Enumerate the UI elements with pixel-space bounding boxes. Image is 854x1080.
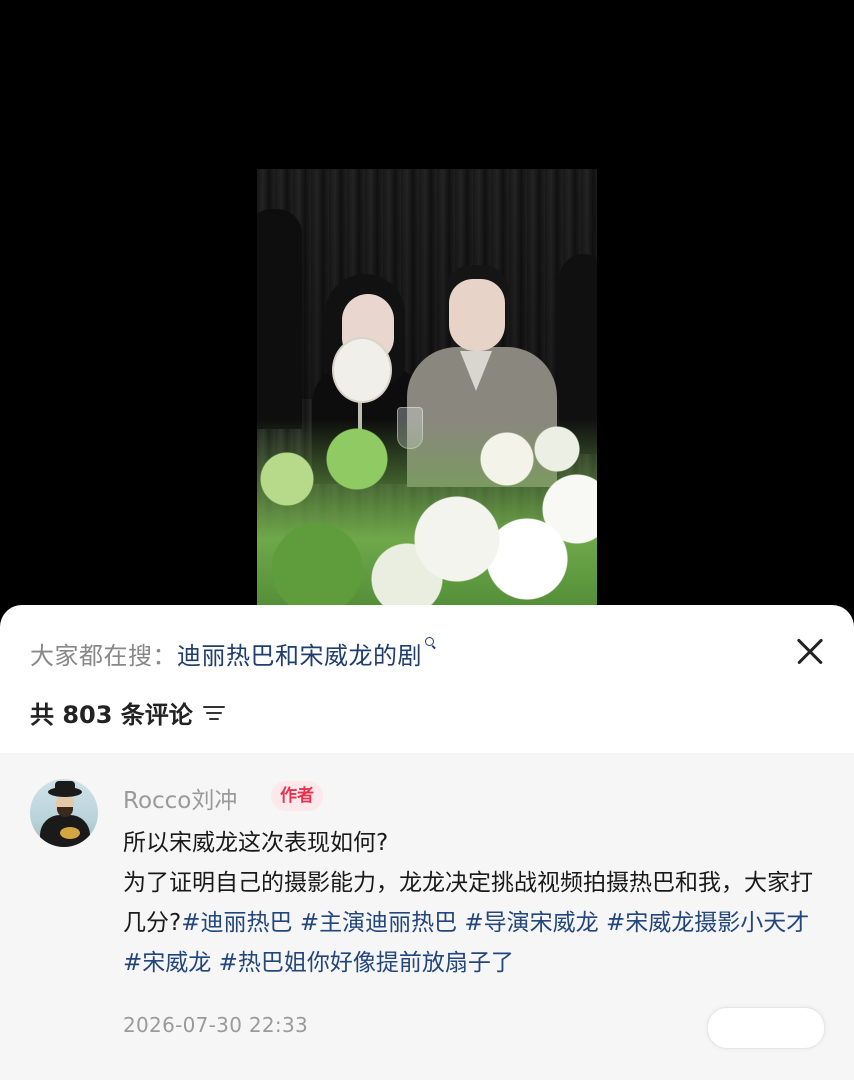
comment-count-row: 共 803 条评论 [30, 695, 225, 730]
comment-count: 共 803 条评论 [30, 701, 193, 729]
trending-search-query[interactable]: 迪丽热巴和宋威龙的剧 [177, 636, 422, 671]
comment-sheet: 大家都在搜： 迪丽热巴和宋威龙的剧 共 803 条评论 Rocco刘冲 作者 所… [0, 605, 854, 1080]
hashtag[interactable]: #迪丽热巴 [181, 910, 292, 936]
close-icon[interactable] [790, 631, 830, 671]
sort-icon[interactable] [202, 704, 225, 722]
hashtag[interactable]: #导演宋威龙 [464, 910, 598, 936]
man-face [449, 279, 505, 351]
comment-text: 所以宋威龙这次表现如何? 为了证明自己的摄影能力，龙龙决定挑战视频拍摄热巴和我，… [123, 823, 833, 983]
comment-timestamp: 2026-07-30 22:33 [123, 1013, 309, 1037]
author-name[interactable]: Rocco刘冲 [123, 781, 237, 815]
hashtag[interactable]: #热巴姐你好像提前放扇子了 [219, 950, 514, 976]
hashtag[interactable]: #宋威龙摄影小天才 [606, 910, 809, 936]
comment-item: Rocco刘冲 作者 所以宋威龙这次表现如何? 为了证明自己的摄影能力，龙龙决定… [0, 753, 854, 1080]
menu-card [332, 337, 392, 403]
trending-search[interactable]: 大家都在搜： 迪丽热巴和宋威龙的剧 [30, 635, 437, 671]
author-badge: 作者 [271, 781, 323, 811]
search-icon [425, 637, 437, 649]
post-photo[interactable] [257, 169, 597, 619]
background-guest-left [257, 209, 302, 429]
hashtag[interactable]: #主演迪丽热巴 [300, 910, 457, 936]
reply-button[interactable] [707, 1007, 825, 1049]
avatar[interactable] [30, 779, 98, 847]
comment-line-2: 为了证明自己的摄影能力，龙龙决定挑战视频拍摄热巴和我，大家打几分?#迪丽热巴 #… [123, 863, 833, 983]
flower-centerpiece [257, 419, 597, 619]
trending-search-label: 大家都在搜： [30, 641, 177, 670]
comment-line-1: 所以宋威龙这次表现如何? [123, 830, 389, 856]
hashtag[interactable]: #宋威龙 [123, 950, 211, 976]
